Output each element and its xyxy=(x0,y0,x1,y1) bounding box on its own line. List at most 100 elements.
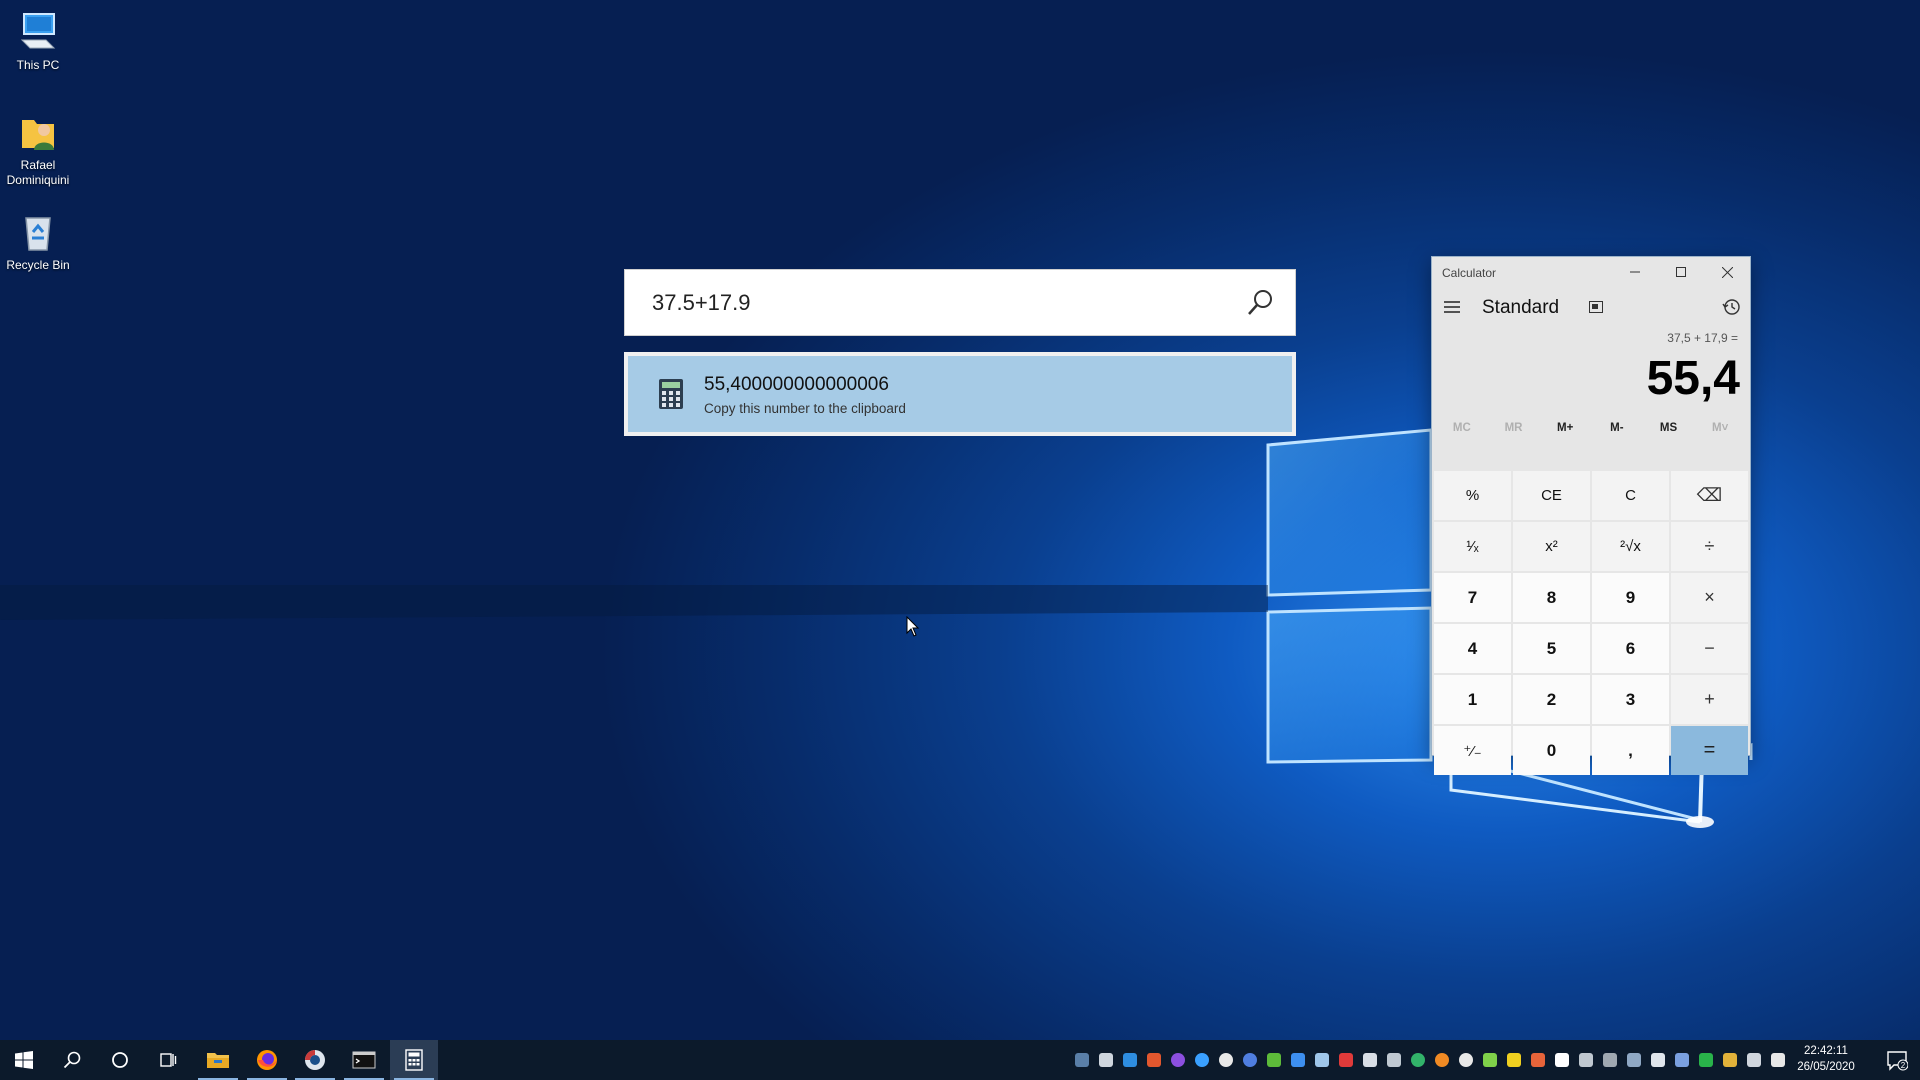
add-key[interactable]: + xyxy=(1671,675,1748,724)
tray-app-icon[interactable] xyxy=(1123,1053,1137,1067)
tray-app-icon[interactable] xyxy=(1699,1053,1713,1067)
folder-icon xyxy=(207,1053,229,1068)
onedrive-tray-icon[interactable] xyxy=(1315,1053,1329,1067)
calculator-window[interactable]: Calculator Standard 37,5 + 17,9 = 55,4 M… xyxy=(1431,256,1751,775)
tray-app-icon[interactable] xyxy=(1099,1053,1113,1067)
notification-count: 2 xyxy=(1901,1061,1906,1070)
tray-app-icon[interactable] xyxy=(1411,1053,1425,1067)
firefox-taskbar-button[interactable] xyxy=(243,1040,291,1080)
tray-app-icon[interactable] xyxy=(1579,1053,1593,1067)
digit-6-key[interactable]: 6 xyxy=(1592,624,1669,673)
tray-app-icon[interactable] xyxy=(1603,1053,1617,1067)
maximize-button[interactable] xyxy=(1658,257,1704,287)
tray-app-icon[interactable] xyxy=(1195,1053,1209,1067)
desktop-icon-this-pc[interactable]: This PC xyxy=(2,10,74,73)
shield-icon[interactable] xyxy=(1555,1053,1569,1067)
windows-start-icon xyxy=(15,1051,33,1069)
digit-7-key[interactable]: 7 xyxy=(1434,573,1511,622)
tray-app-icon[interactable] xyxy=(1531,1053,1545,1067)
minimize-button[interactable] xyxy=(1612,257,1658,287)
calculator-titlebar[interactable]: Calculator xyxy=(1432,257,1750,287)
clear-entry-key[interactable]: CE xyxy=(1513,471,1590,520)
search-result[interactable]: 55,400000000000006 Copy this number to t… xyxy=(624,352,1296,436)
tray-app-icon[interactable] xyxy=(1171,1053,1185,1067)
search-result-highlight[interactable]: 55,400000000000006 Copy this number to t… xyxy=(628,356,1292,432)
desktop-icon-label: Recycle Bin xyxy=(6,258,70,272)
backspace-key[interactable]: ⌫ xyxy=(1671,471,1748,520)
clock-date: 26/05/2020 xyxy=(1797,1061,1855,1073)
history-icon[interactable] xyxy=(1722,297,1742,317)
calculator-taskbar-button[interactable] xyxy=(390,1040,438,1080)
task-view-button[interactable] xyxy=(144,1040,192,1080)
memory-add-button[interactable]: M+ xyxy=(1539,422,1591,434)
taskbar-search-button[interactable] xyxy=(48,1040,96,1080)
digit-4-key[interactable]: 4 xyxy=(1434,624,1511,673)
tray-app-icon[interactable] xyxy=(1459,1053,1473,1067)
percent-key[interactable]: % xyxy=(1434,471,1511,520)
tray-app-icon[interactable] xyxy=(1723,1053,1737,1067)
digit-0-key[interactable]: 0 xyxy=(1513,726,1590,775)
multiply-key[interactable]: × xyxy=(1671,573,1748,622)
negate-key[interactable]: ⁺⁄₋ xyxy=(1434,726,1511,775)
divide-key[interactable]: ÷ xyxy=(1671,522,1748,571)
tray-app-icon[interactable] xyxy=(1267,1053,1281,1067)
start-button[interactable] xyxy=(0,1040,48,1080)
tray-app-icon[interactable] xyxy=(1387,1053,1401,1067)
square-key[interactable]: x² xyxy=(1513,522,1590,571)
user-folder-icon xyxy=(22,120,54,150)
memory-clear-button[interactable]: MC xyxy=(1436,422,1488,434)
network-icon[interactable] xyxy=(1627,1053,1641,1067)
browser-taskbar-button[interactable] xyxy=(291,1040,339,1080)
file-explorer-taskbar-button[interactable] xyxy=(194,1040,242,1080)
desktop-icon-recycle-bin[interactable]: Recycle Bin xyxy=(2,210,74,273)
memory-store-button[interactable]: MS xyxy=(1643,422,1695,434)
pen-icon[interactable] xyxy=(1747,1053,1761,1067)
search-icon[interactable] xyxy=(1245,288,1275,318)
digit-2-key[interactable]: 2 xyxy=(1513,675,1590,724)
clock-time: 22:42:11 xyxy=(1804,1045,1848,1057)
search-icon xyxy=(63,1051,81,1069)
clock[interactable]: 22:42:11 26/05/2020 xyxy=(1786,1043,1866,1075)
tray-app-icon[interactable] xyxy=(1339,1053,1353,1067)
reciprocal-key[interactable]: ¹⁄ₓ xyxy=(1434,522,1511,571)
keypad: % CE C ⌫ ¹⁄ₓ x² ²√x ÷ 7 8 9 × 4 5 6 − 1 … xyxy=(1434,471,1748,775)
result-hint: Copy this number to the clipboard xyxy=(704,401,906,416)
digit-5-key[interactable]: 5 xyxy=(1513,624,1590,673)
subtract-key[interactable]: − xyxy=(1671,624,1748,673)
tray-app-icon[interactable] xyxy=(1507,1053,1521,1067)
calculator-icon xyxy=(659,379,683,409)
digit-8-key[interactable]: 8 xyxy=(1513,573,1590,622)
cortana-button[interactable] xyxy=(96,1040,144,1080)
expression-display: 37,5 + 17,9 = xyxy=(1667,331,1738,345)
desktop-icon-user-folder[interactable]: Rafael Dominiquini xyxy=(2,110,74,188)
memory-subtract-button[interactable]: M- xyxy=(1591,422,1643,434)
tray-app-icon[interactable] xyxy=(1363,1053,1377,1067)
tray-app-icon[interactable] xyxy=(1219,1053,1233,1067)
clear-key[interactable]: C xyxy=(1592,471,1669,520)
tray-app-icon[interactable] xyxy=(1435,1053,1449,1067)
volume-icon[interactable] xyxy=(1651,1053,1665,1067)
hamburger-menu-icon[interactable] xyxy=(1442,297,1462,317)
digit-1-key[interactable]: 1 xyxy=(1434,675,1511,724)
notification-center-icon[interactable]: 2 xyxy=(1886,1049,1908,1071)
tray-app-icon[interactable] xyxy=(1147,1053,1161,1067)
close-button[interactable] xyxy=(1704,257,1750,287)
search-box[interactable]: 37.5+17.9 xyxy=(624,269,1296,336)
digit-9-key[interactable]: 9 xyxy=(1592,573,1669,622)
tray-app-icon[interactable] xyxy=(1243,1053,1257,1067)
keep-on-top-icon[interactable] xyxy=(1588,299,1604,315)
steam-tray-icon[interactable] xyxy=(1075,1053,1089,1067)
square-root-key[interactable]: ²√x xyxy=(1592,522,1669,571)
memory-list-button[interactable]: M˅ xyxy=(1694,422,1746,434)
memory-recall-button[interactable]: MR xyxy=(1488,422,1540,434)
tray-app-icon[interactable] xyxy=(1483,1053,1497,1067)
decimal-key[interactable]: , xyxy=(1592,726,1669,775)
dropbox-tray-icon[interactable] xyxy=(1291,1053,1305,1067)
input-language-icon[interactable] xyxy=(1771,1053,1785,1067)
equals-key[interactable]: = xyxy=(1671,726,1748,775)
search-query[interactable]: 37.5+17.9 xyxy=(652,290,750,316)
desktop-icon-label: This PC xyxy=(16,58,60,72)
tray-app-icon[interactable] xyxy=(1675,1053,1689,1067)
digit-3-key[interactable]: 3 xyxy=(1592,675,1669,724)
terminal-taskbar-button[interactable] xyxy=(340,1040,388,1080)
